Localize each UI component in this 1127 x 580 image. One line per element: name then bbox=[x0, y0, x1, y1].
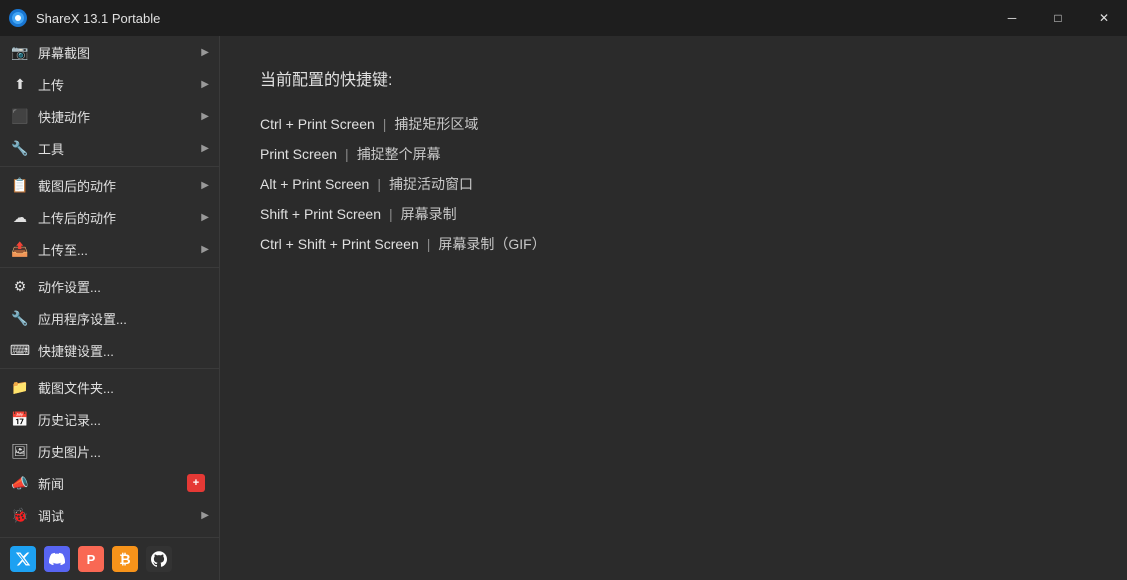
menu-divider bbox=[0, 267, 219, 268]
debug-icon: 🐞 bbox=[10, 505, 30, 525]
sidebar-item-destinations[interactable]: 📤 上传至... ▶ bbox=[0, 233, 219, 265]
upload-arrow: ▶ bbox=[201, 79, 209, 90]
tools-icon: 🔧 bbox=[10, 138, 30, 158]
debug-label: 调试 bbox=[38, 506, 193, 525]
close-button[interactable]: ✕ bbox=[1081, 0, 1127, 36]
news-icon: 📣 bbox=[10, 473, 30, 493]
folder-label: 截图文件夹... bbox=[38, 378, 209, 397]
shortcut-line: Print Screen | 捕捉整个屏幕 bbox=[260, 144, 1087, 164]
titlebar-controls: ─ □ ✕ bbox=[989, 0, 1127, 36]
sidebar-item-workflow[interactable]: ⚙ 动作设置... bbox=[0, 270, 219, 302]
sidebar-item-history[interactable]: 📅 历史记录... bbox=[0, 403, 219, 435]
content-title: 当前配置的快捷键: bbox=[260, 66, 1087, 90]
sidebar-item-tools[interactable]: 🔧 工具 ▶ bbox=[0, 132, 219, 164]
actions-arrow: ▶ bbox=[201, 111, 209, 122]
shortcut-line: Shift + Print Screen | 屏幕录制 bbox=[260, 204, 1087, 224]
shortcut-key: Print Screen bbox=[260, 146, 337, 162]
social-discord-icon[interactable] bbox=[44, 546, 70, 572]
shortcut-key: Ctrl + Print Screen bbox=[260, 116, 375, 132]
after-upload-arrow: ▶ bbox=[201, 212, 209, 223]
shortcut-separator: | bbox=[383, 116, 387, 132]
shortcut-separator: | bbox=[389, 206, 393, 222]
history-img-label: 历史图片... bbox=[38, 442, 209, 461]
actions-label: 快捷动作 bbox=[38, 107, 193, 126]
tools-label: 工具 bbox=[38, 139, 193, 158]
history-img-icon: 🖼 bbox=[10, 441, 30, 461]
menu-divider bbox=[0, 166, 219, 167]
workflow-icon: ⚙ bbox=[10, 276, 30, 296]
folder-icon: 📁 bbox=[10, 377, 30, 397]
app-settings-label: 应用程序设置... bbox=[38, 309, 209, 328]
social-bar: P₿ bbox=[0, 537, 219, 580]
after-upload-label: 上传后的动作 bbox=[38, 208, 193, 227]
social-twitter-icon[interactable] bbox=[10, 546, 36, 572]
history-label: 历史记录... bbox=[38, 410, 209, 429]
sidebar-item-app-settings[interactable]: 🔧 应用程序设置... bbox=[0, 302, 219, 334]
titlebar: ShareX 13.1 Portable ─ □ ✕ bbox=[0, 0, 1127, 36]
shortcut-line: Alt + Print Screen | 捕捉活动窗口 bbox=[260, 174, 1087, 194]
shortcut-line: Ctrl + Print Screen | 捕捉矩形区域 bbox=[260, 114, 1087, 134]
shortcuts-list: Ctrl + Print Screen | 捕捉矩形区域 Print Screen… bbox=[260, 114, 1087, 254]
titlebar-left: ShareX 13.1 Portable bbox=[8, 8, 160, 28]
actions-icon: ⬛ bbox=[10, 106, 30, 126]
tools-arrow: ▶ bbox=[201, 143, 209, 154]
after-capture-label: 截图后的动作 bbox=[38, 176, 193, 195]
after-capture-icon: 📋 bbox=[10, 175, 30, 195]
shortcut-separator: | bbox=[427, 236, 431, 252]
app-title: ShareX 13.1 Portable bbox=[36, 11, 160, 26]
shortcut-key: Alt + Print Screen bbox=[260, 176, 369, 192]
sidebar-item-capture[interactable]: 📷 屏幕截图 ▶ bbox=[0, 36, 219, 68]
sidebar-item-hotkeys[interactable]: ⌨ 快捷键设置... bbox=[0, 334, 219, 366]
shortcut-key: Ctrl + Shift + Print Screen bbox=[260, 236, 419, 252]
news-badge: + bbox=[187, 474, 205, 492]
sidebar-item-after-upload[interactable]: ☁ 上传后的动作 ▶ bbox=[0, 201, 219, 233]
destinations-icon: 📤 bbox=[10, 239, 30, 259]
capture-icon: 📷 bbox=[10, 42, 30, 62]
menu-divider bbox=[0, 368, 219, 369]
destinations-arrow: ▶ bbox=[201, 244, 209, 255]
sidebar-item-after-capture[interactable]: 📋 截图后的动作 ▶ bbox=[0, 169, 219, 201]
sidebar-item-debug[interactable]: 🐞 调试 ▶ bbox=[0, 499, 219, 531]
shortcut-line: Ctrl + Shift + Print Screen | 屏幕录制（GIF） bbox=[260, 234, 1087, 254]
shortcut-desc: 屏幕录制 bbox=[401, 204, 457, 224]
sidebar-item-actions[interactable]: ⬛ 快捷动作 ▶ bbox=[0, 100, 219, 132]
after-upload-icon: ☁ bbox=[10, 207, 30, 227]
workflow-label: 动作设置... bbox=[38, 277, 209, 296]
hotkeys-icon: ⌨ bbox=[10, 340, 30, 360]
shortcut-separator: | bbox=[377, 176, 381, 192]
shortcut-key: Shift + Print Screen bbox=[260, 206, 381, 222]
shortcut-desc: 捕捉矩形区域 bbox=[394, 114, 478, 134]
news-label: 新闻 bbox=[38, 474, 179, 493]
minimize-button[interactable]: ─ bbox=[989, 0, 1035, 36]
app-settings-icon: 🔧 bbox=[10, 308, 30, 328]
content-area: 当前配置的快捷键: Ctrl + Print Screen | 捕捉矩形区域 Pr… bbox=[220, 36, 1127, 580]
capture-label: 屏幕截图 bbox=[38, 43, 193, 62]
hotkeys-label: 快捷键设置... bbox=[38, 341, 209, 360]
sidebar-item-folder[interactable]: 📁 截图文件夹... bbox=[0, 371, 219, 403]
shortcut-desc: 屏幕录制（GIF） bbox=[438, 234, 545, 254]
main-area: 📷 屏幕截图 ▶ ⬆ 上传 ▶ ⬛ 快捷动作 ▶ 🔧 工具 ▶ 📋 截图后的动作 ▶ ☁ 上传后的动作 ▶ 📤 上传至… bbox=[0, 36, 1127, 580]
social-github-icon[interactable] bbox=[146, 546, 172, 572]
debug-arrow: ▶ bbox=[201, 510, 209, 521]
social-patreon-icon[interactable]: P bbox=[78, 546, 104, 572]
shortcut-desc: 捕捉整个屏幕 bbox=[357, 144, 441, 164]
upload-icon: ⬆ bbox=[10, 74, 30, 94]
app-logo bbox=[8, 8, 28, 28]
social-bitcoin-icon[interactable]: ₿ bbox=[112, 546, 138, 572]
sidebar-item-history-img[interactable]: 🖼 历史图片... bbox=[0, 435, 219, 467]
sidebar-item-upload[interactable]: ⬆ 上传 ▶ bbox=[0, 68, 219, 100]
sidebar-item-donate[interactable]: ❤捐助 bbox=[0, 531, 219, 537]
sidebar-item-news[interactable]: 📣 新闻 + bbox=[0, 467, 219, 499]
after-capture-arrow: ▶ bbox=[201, 180, 209, 191]
upload-label: 上传 bbox=[38, 75, 193, 94]
capture-arrow: ▶ bbox=[201, 47, 209, 58]
sidebar: 📷 屏幕截图 ▶ ⬆ 上传 ▶ ⬛ 快捷动作 ▶ 🔧 工具 ▶ 📋 截图后的动作 ▶ ☁ 上传后的动作 ▶ 📤 上传至… bbox=[0, 36, 220, 580]
shortcut-separator: | bbox=[345, 146, 349, 162]
shortcut-desc: 捕捉活动窗口 bbox=[389, 174, 473, 194]
maximize-button[interactable]: □ bbox=[1035, 0, 1081, 36]
destinations-label: 上传至... bbox=[38, 240, 193, 259]
history-icon: 📅 bbox=[10, 409, 30, 429]
